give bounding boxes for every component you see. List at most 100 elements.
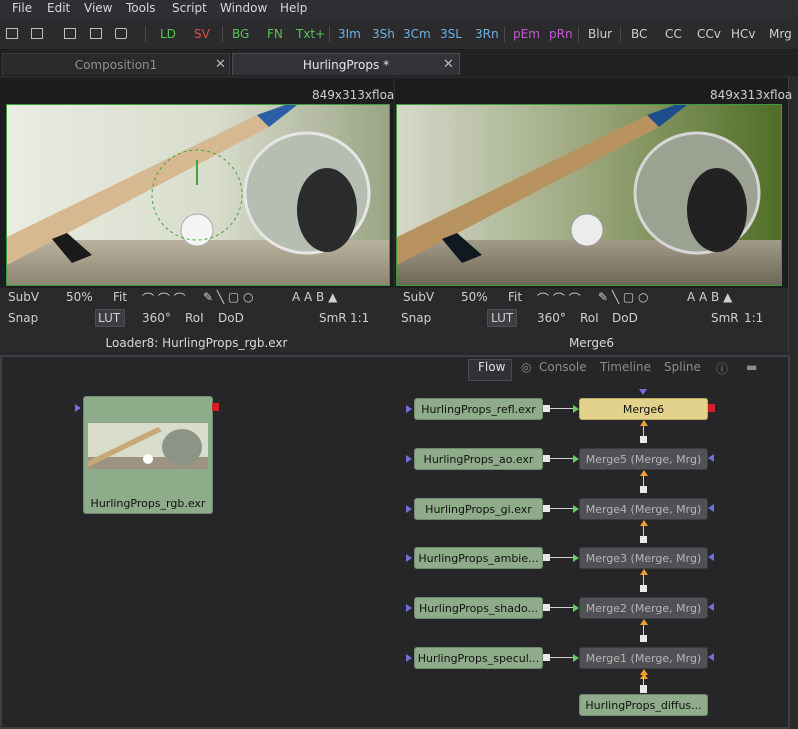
merge-node[interactable]: Merge3 (Merge, Mrg) [579,547,708,569]
roi-button[interactable]: RoI [185,311,204,325]
input-port-icon[interactable] [406,505,412,513]
close-icon[interactable]: ✕ [215,57,226,72]
loader-node[interactable]: HurlingProps_ambie... [414,547,543,569]
viewer-image[interactable] [396,104,782,286]
zoom-select[interactable]: 50% [66,290,93,304]
tab-timeline[interactable]: Timeline [600,360,651,374]
loader-node[interactable]: HurlingProps_specul... [414,647,543,669]
dod-button[interactable]: DoD [612,311,638,325]
fit-button[interactable]: Fit [113,290,127,304]
tool-blur[interactable]: Blur [588,27,612,41]
input-port-icon[interactable] [75,404,81,412]
mask-port-icon[interactable] [708,553,714,561]
tool-hcv[interactable]: HCv [731,27,756,41]
subview-button[interactable]: SubV [8,290,39,304]
angle-button[interactable]: 360° [142,311,171,325]
input-port-icon[interactable] [406,654,412,662]
layout-icon[interactable] [6,28,18,39]
mask-port-icon[interactable] [708,504,714,512]
ratio-button[interactable]: 1:1 [744,311,763,325]
tool-mrg[interactable]: Mrg [769,27,792,41]
menu-tools[interactable]: Tools [126,1,156,15]
info-icon[interactable]: ⓘ [716,360,728,377]
output-port-icon[interactable] [212,403,219,411]
menu-edit[interactable]: Edit [47,1,70,15]
output-port-icon[interactable] [640,536,647,543]
menu-help[interactable]: Help [280,1,307,15]
close-icon[interactable]: ✕ [443,57,454,72]
lut-button[interactable]: LUT [98,311,120,325]
layout-quad-icon[interactable] [90,28,102,39]
snap-button[interactable]: Snap [401,311,431,325]
tool-3cm[interactable]: 3Cm [403,27,431,41]
output-port-icon[interactable] [543,505,550,512]
comments-icon[interactable]: ▬ [746,360,757,374]
output-port-icon[interactable] [543,604,550,611]
merge-node[interactable]: Merge4 (Merge, Mrg) [579,498,708,520]
paint-icon[interactable]: ✎ ╲ ▢ ○ [598,290,649,304]
snap-button[interactable]: Snap [8,311,38,325]
smr-button[interactable]: SmR [319,311,347,325]
loader-node[interactable]: HurlingProps_shado... [414,597,543,619]
input-port-icon[interactable] [639,389,647,395]
menu-view[interactable]: View [84,1,112,15]
output-port-icon[interactable] [640,686,647,693]
loader-node[interactable]: HurlingProps_refl.exr [414,398,543,420]
tool-sv[interactable]: SV [194,27,210,41]
dod-button[interactable]: DoD [218,311,244,325]
menu-window[interactable]: Window [220,1,267,15]
input-port-icon[interactable] [406,455,412,463]
input-port-icon[interactable] [406,604,412,612]
spline-tools-icon[interactable]: ⌒ ⌒ ⌒ [537,290,581,307]
output-port-icon[interactable] [640,635,647,642]
paint-icon[interactable]: ✎ ╲ ▢ ○ [203,290,254,304]
lut-button[interactable]: LUT [491,311,513,325]
tool-3im[interactable]: 3Im [338,27,361,41]
mask-port-icon[interactable] [708,653,714,661]
merge-node[interactable]: Merge1 (Merge, Mrg) [579,647,708,669]
fit-button[interactable]: Fit [508,290,522,304]
layout-split-icon[interactable] [31,28,43,39]
output-port-icon[interactable] [640,585,647,592]
output-port-icon[interactable] [543,455,550,462]
ratio-button[interactable]: 1:1 [350,311,369,325]
tool-prn[interactable]: pRn [549,27,573,41]
menu-script[interactable]: Script [172,1,207,15]
tool-bg[interactable]: BG [232,27,249,41]
tool-3rn[interactable]: 3Rn [475,27,499,41]
text-tools-icon[interactable]: A A B ▲ [687,290,732,304]
scroll-strip[interactable] [790,354,798,729]
input-port-icon[interactable] [406,554,412,562]
output-port-icon[interactable] [708,404,715,412]
output-port-icon[interactable] [543,405,550,412]
tool-pem[interactable]: pEm [513,27,540,41]
tool-txt[interactable]: Txt+ [296,27,325,41]
subview-button[interactable]: SubV [403,290,434,304]
mask-port-icon[interactable] [708,454,714,462]
output-port-icon[interactable] [640,436,647,443]
tool-3sh[interactable]: 3Sh [372,27,395,41]
zoom-select[interactable]: 50% [461,290,488,304]
smr-button[interactable]: SmR [711,311,739,325]
viewer-image[interactable] [6,104,390,286]
tab-hurlingprops[interactable]: HurlingProps * ✕ [232,53,460,75]
tool-fn[interactable]: FN [267,27,283,41]
tab-console[interactable]: Console [539,360,587,374]
output-port-icon[interactable] [543,654,550,661]
mask-port-icon[interactable] [708,603,714,611]
tool-ccv[interactable]: CCv [697,27,721,41]
render-icon[interactable] [115,28,127,39]
tab-spline[interactable]: Spline [664,360,701,374]
tool-cc[interactable]: CC [665,27,682,41]
merge-node[interactable]: Merge5 (Merge, Mrg) [579,448,708,470]
loader-node-main[interactable]: HurlingProps_rgb.exr [83,396,213,514]
roi-button[interactable]: RoI [580,311,599,325]
angle-button[interactable]: 360° [537,311,566,325]
tool-3sl[interactable]: 3SL [440,27,462,41]
menu-file[interactable]: File [12,1,32,15]
tool-bc[interactable]: BC [631,27,647,41]
loader-node[interactable]: HurlingProps_gi.exr [414,498,543,520]
input-port-icon[interactable] [406,405,412,413]
tab-composition1[interactable]: Composition1 ✕ [2,53,230,75]
tool-ld[interactable]: LD [160,27,176,41]
